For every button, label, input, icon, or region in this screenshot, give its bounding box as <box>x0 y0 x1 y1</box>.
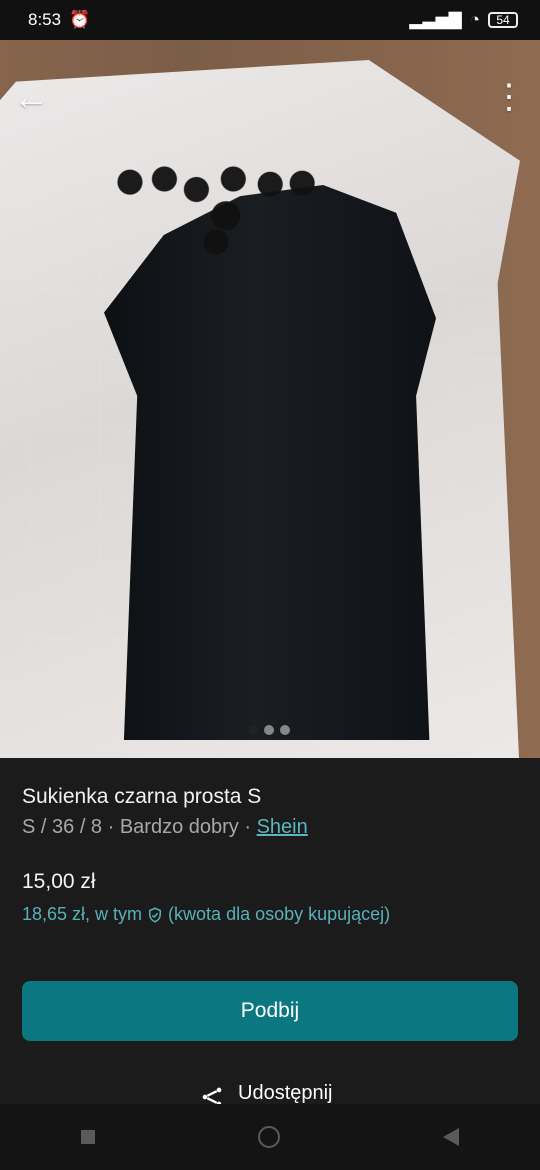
menu-button[interactable]: ⋮ <box>488 76 530 118</box>
status-time: 8:53 <box>28 10 62 29</box>
listing-meta: S / 36 / 8 · Bardzo dobry · Shein <box>22 816 518 839</box>
listing-condition: Bardzo dobry <box>119 816 239 838</box>
system-navigation-bar <box>0 1104 540 1170</box>
buyer-price: 18,65 zł, w tym <box>22 904 143 924</box>
listing-photo[interactable] <box>0 40 540 758</box>
status-bar: 8:53 ⏰ ▂▃▅▇ ◔ 54 <box>0 0 540 40</box>
signal-icon: ▂▃▅▇ <box>409 10 462 29</box>
listing-details: Sukienka czarna prosta S S / 36 / 8 · Ba… <box>22 785 518 925</box>
buyer-price-note: (kwota dla osoby kupującej) <box>168 904 391 924</box>
meta-separator: · <box>107 816 120 838</box>
listing-title: Sukienka czarna prosta S <box>22 785 262 808</box>
bump-button[interactable]: Podbij <box>22 981 518 1041</box>
buyer-price-row[interactable]: 18,65 zł, w tym (kwota dla osoby kupując… <box>22 904 518 925</box>
brand-link[interactable]: Shein <box>257 816 308 838</box>
vertical-dots-icon: ⋮ <box>492 78 526 116</box>
alarm-icon: ⏰ <box>69 10 91 29</box>
share-icon <box>202 1087 222 1104</box>
status-right: ▂▃▅▇ ◔ 54 <box>409 10 518 30</box>
recent-apps-button[interactable] <box>81 1130 96 1144</box>
wifi-icon: ◔ <box>469 10 480 29</box>
gallery-dot-1[interactable] <box>248 725 258 735</box>
share-button[interactable]: Udostępnij <box>198 1082 333 1104</box>
status-left: 8:53 ⏰ <box>28 10 90 30</box>
dress-lace <box>98 158 344 263</box>
listing-size: S / 36 / 8 <box>22 816 103 838</box>
battery-indicator: 54 <box>488 12 518 28</box>
system-back-button[interactable] <box>442 1128 459 1146</box>
shield-check-icon <box>149 906 162 923</box>
back-arrow-icon: ← <box>13 76 49 117</box>
back-button[interactable]: ← <box>10 76 52 118</box>
gallery-dots <box>248 725 290 735</box>
gallery-dot-3[interactable] <box>280 725 290 735</box>
gallery-dot-2[interactable] <box>264 725 274 735</box>
share-label: Udostępnij <box>238 1082 333 1104</box>
home-button[interactable] <box>257 1126 280 1148</box>
meta-separator: · <box>244 816 257 838</box>
dress-image <box>104 185 436 740</box>
listing-price: 15,00 zł <box>22 870 96 893</box>
